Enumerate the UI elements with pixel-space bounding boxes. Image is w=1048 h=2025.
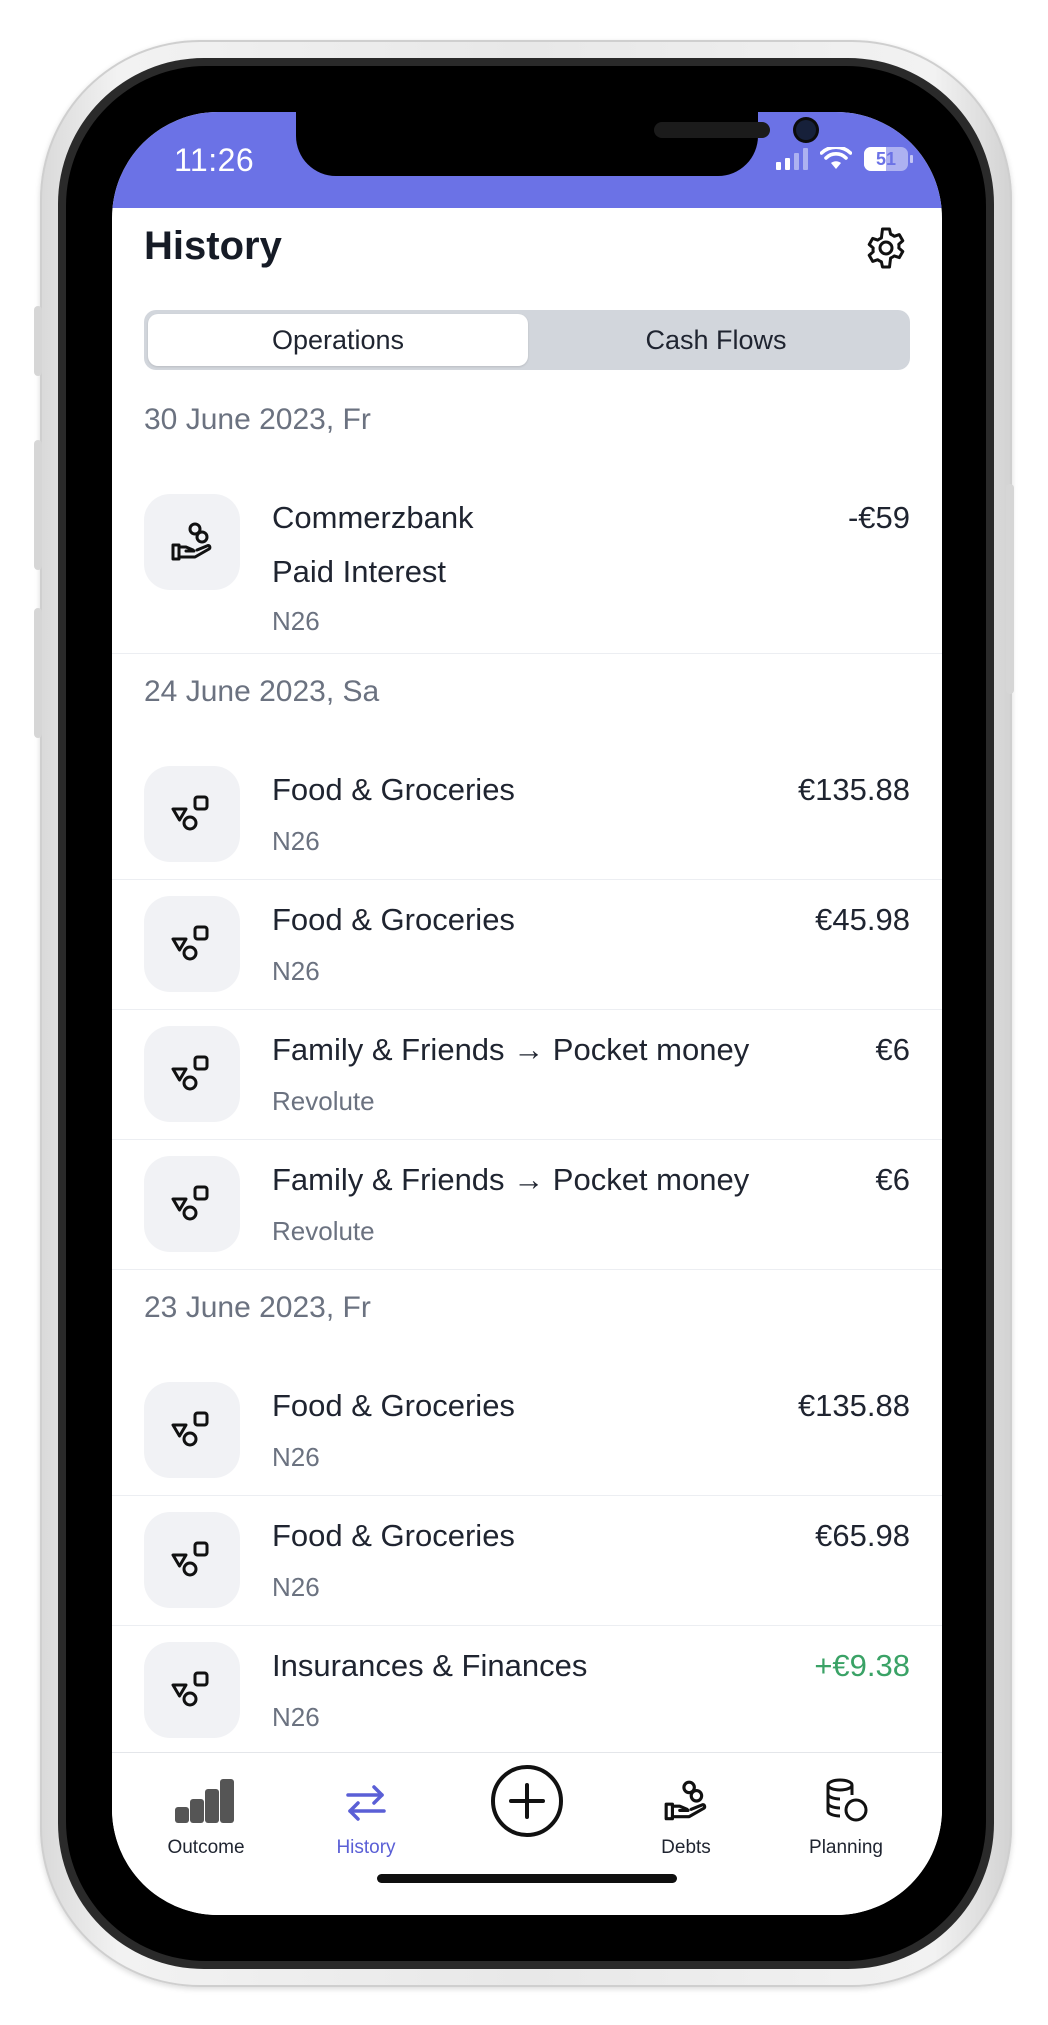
item-title: Food & Groceries bbox=[272, 902, 515, 937]
item-title: Food & Groceries bbox=[272, 1518, 515, 1553]
tab-debts[interactable]: Debts bbox=[606, 1767, 766, 1859]
tab-label: History bbox=[336, 1837, 396, 1858]
page-header: History bbox=[144, 224, 910, 288]
hand-coins-icon bbox=[606, 1767, 766, 1825]
item-amount: €65.98 bbox=[815, 1518, 910, 1553]
item-title: Family & Friends → Pocket money bbox=[272, 1162, 750, 1197]
item-title: Insurances & Finances bbox=[272, 1648, 588, 1683]
shapes-icon bbox=[144, 1156, 240, 1252]
bar-chart-icon bbox=[126, 1767, 286, 1825]
item-amount: €6 bbox=[875, 1032, 910, 1067]
shapes-icon bbox=[144, 1512, 240, 1608]
list-item[interactable]: Insurances & Finances N26 +€9.38 bbox=[112, 1626, 942, 1756]
segmented-control: Operations Cash Flows bbox=[144, 310, 910, 370]
tab-operations[interactable]: Operations bbox=[148, 314, 528, 366]
tab-label: Planning bbox=[809, 1837, 883, 1858]
shapes-icon bbox=[144, 1382, 240, 1478]
signal-icon bbox=[776, 148, 808, 170]
speaker-grille bbox=[654, 122, 770, 138]
item-title: Food & Groceries bbox=[272, 1388, 515, 1423]
history-list: 30 June 2023, Fr Commerzbank Paid Intere… bbox=[112, 382, 942, 1756]
shapes-icon bbox=[144, 1642, 240, 1738]
item-account: N26 bbox=[272, 1572, 320, 1602]
item-title: Commerzbank bbox=[272, 500, 474, 535]
list-item[interactable]: Food & Groceries N26 €45.98 bbox=[112, 880, 942, 1010]
item-account: N26 bbox=[272, 826, 320, 856]
date-header: 23 June 2023, Fr bbox=[144, 1291, 371, 1324]
wifi-icon bbox=[820, 147, 852, 169]
item-amount: +€9.38 bbox=[814, 1648, 910, 1683]
side-button-left-2 bbox=[34, 440, 42, 570]
shapes-icon bbox=[144, 896, 240, 992]
list-item[interactable]: Food & Groceries N26 €135.88 bbox=[112, 750, 942, 880]
battery-icon: 51 bbox=[864, 147, 913, 171]
item-subtitle: Paid Interest bbox=[272, 554, 447, 589]
home-indicator bbox=[377, 1874, 677, 1883]
status-icons: 51 bbox=[776, 144, 913, 174]
item-account: N26 bbox=[272, 956, 320, 986]
list-item[interactable]: Family & Friends → Pocket money Revolute… bbox=[112, 1010, 942, 1140]
shapes-icon bbox=[144, 766, 240, 862]
item-account: N26 bbox=[272, 1702, 320, 1732]
item-account: Revolute bbox=[272, 1086, 375, 1116]
item-title: Family & Friends → Pocket money bbox=[272, 1032, 750, 1067]
app-screen: 11:26 51 History Operations Cash Flows 3… bbox=[112, 112, 942, 1915]
tab-outcome[interactable]: Outcome bbox=[126, 1767, 286, 1859]
date-header: 30 June 2023, Fr bbox=[144, 403, 371, 436]
item-title: Food & Groceries bbox=[272, 772, 515, 807]
item-amount: €135.88 bbox=[797, 772, 910, 807]
tab-history[interactable]: History bbox=[286, 1767, 446, 1859]
item-account: N26 bbox=[272, 1442, 320, 1472]
date-header: 24 June 2023, Sa bbox=[144, 675, 380, 708]
tab-cash-flows[interactable]: Cash Flows bbox=[526, 314, 906, 366]
coins-stack-icon bbox=[766, 1767, 926, 1825]
page-title: History bbox=[144, 224, 282, 268]
tab-label: Debts bbox=[661, 1837, 711, 1858]
item-amount: €135.88 bbox=[797, 1388, 910, 1423]
item-amount: €45.98 bbox=[815, 902, 910, 937]
status-time: 11:26 bbox=[174, 142, 255, 178]
tab-planning[interactable]: Planning bbox=[766, 1767, 926, 1859]
item-amount: -€59 bbox=[847, 500, 910, 535]
item-amount: €6 bbox=[875, 1162, 910, 1197]
notch bbox=[296, 112, 816, 176]
battery-level: 51 bbox=[875, 148, 897, 169]
add-circle-icon[interactable] bbox=[489, 1763, 565, 1839]
shapes-icon bbox=[144, 1026, 240, 1122]
side-button-left-1 bbox=[34, 306, 42, 376]
list-item[interactable]: Food & Groceries N26 €135.88 bbox=[112, 1366, 942, 1496]
side-button-right bbox=[1006, 484, 1014, 694]
tab-label: Outcome bbox=[167, 1837, 245, 1858]
list-item[interactable]: Food & Groceries N26 €65.98 bbox=[112, 1496, 942, 1626]
list-item[interactable]: Family & Friends → Pocket money Revolute… bbox=[112, 1140, 942, 1270]
hand-coins-icon bbox=[144, 494, 240, 590]
item-account: Revolute bbox=[272, 1216, 375, 1246]
side-button-left-3 bbox=[34, 608, 42, 738]
front-camera bbox=[796, 120, 816, 140]
item-account: N26 bbox=[272, 606, 320, 636]
gear-icon[interactable] bbox=[862, 224, 910, 272]
list-item[interactable]: Commerzbank Paid Interest N26 -€59 bbox=[112, 478, 942, 654]
bottom-tab-bar: Outcome History Debts Planning bbox=[112, 1752, 942, 1915]
transfer-arrows-icon bbox=[286, 1767, 446, 1825]
